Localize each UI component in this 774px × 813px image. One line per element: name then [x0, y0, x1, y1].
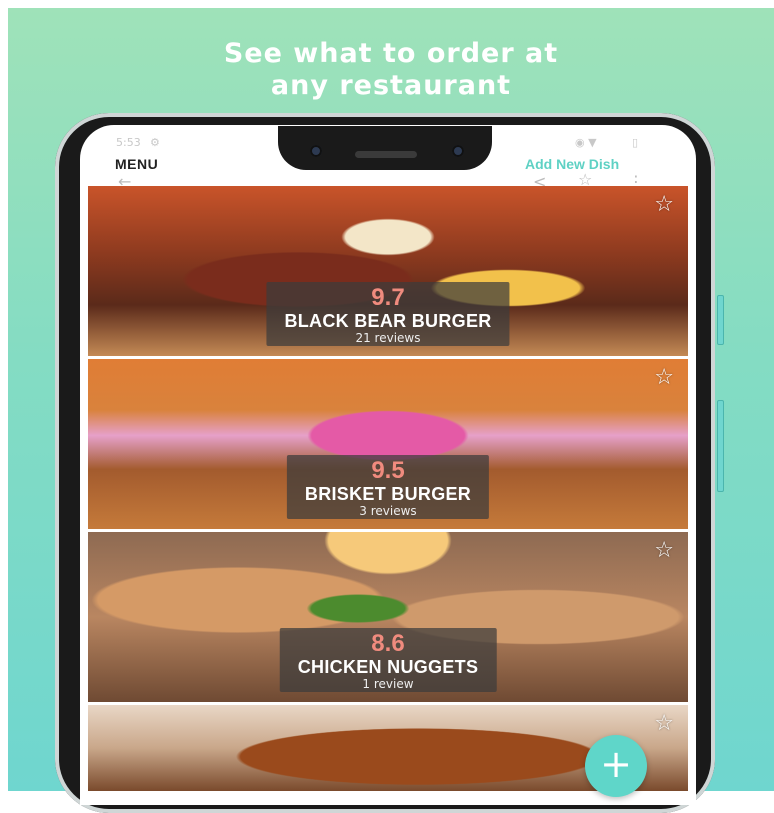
status-time: 5:53 — [116, 136, 141, 149]
dish-score: 8.6 — [371, 630, 405, 657]
dish-info-overlay: 8.6 CHICKEN NUGGETS 1 review — [279, 628, 497, 692]
add-dish-fab[interactable]: + — [585, 735, 647, 797]
dish-card[interactable]: ☆ 8.6 CHICKEN NUGGETS 1 review — [88, 532, 688, 702]
dish-score: 9.5 — [371, 457, 405, 484]
phone-side-button — [717, 295, 724, 345]
dish-card[interactable]: ☆ 9.5 BRISKET BURGER 3 reviews — [88, 359, 688, 529]
front-camera — [452, 145, 464, 157]
dish-info-overlay: 9.5 BRISKET BURGER 3 reviews — [286, 455, 490, 519]
review-count: 3 reviews — [359, 504, 417, 518]
front-camera — [310, 145, 322, 157]
phone-side-button — [717, 400, 724, 492]
dish-score: 9.7 — [371, 284, 405, 311]
battery-status-icon: ▯ — [632, 136, 639, 149]
promo-headline: See what to order at any restaurant — [8, 38, 774, 102]
add-new-dish-button[interactable]: Add New Dish — [525, 156, 619, 172]
favorite-star-icon[interactable]: ☆ — [654, 365, 674, 390]
favorite-star-icon[interactable]: ☆ — [654, 192, 674, 217]
dish-card[interactable]: ☆ 9.7 BLACK BEAR BURGER 21 reviews — [88, 186, 688, 356]
headline-line-1: See what to order at — [223, 38, 559, 69]
favorite-star-icon[interactable]: ☆ — [654, 538, 674, 563]
review-count: 21 reviews — [355, 331, 421, 345]
headline-line-2: any restaurant — [270, 70, 512, 101]
settings-status-icon: ⚙ — [150, 136, 160, 149]
wifi-status-icon: ◉ ▼ — [575, 136, 597, 149]
earpiece-speaker — [355, 151, 417, 158]
review-count: 1 review — [362, 677, 414, 691]
dish-name: BLACK BEAR BURGER — [284, 311, 492, 331]
dish-name: CHICKEN NUGGETS — [297, 657, 479, 677]
dish-name: BRISKET BURGER — [304, 484, 472, 504]
page-title: MENU — [115, 156, 159, 172]
favorite-star-icon[interactable]: ☆ — [654, 711, 674, 736]
dish-info-overlay: 9.7 BLACK BEAR BURGER 21 reviews — [266, 282, 510, 346]
